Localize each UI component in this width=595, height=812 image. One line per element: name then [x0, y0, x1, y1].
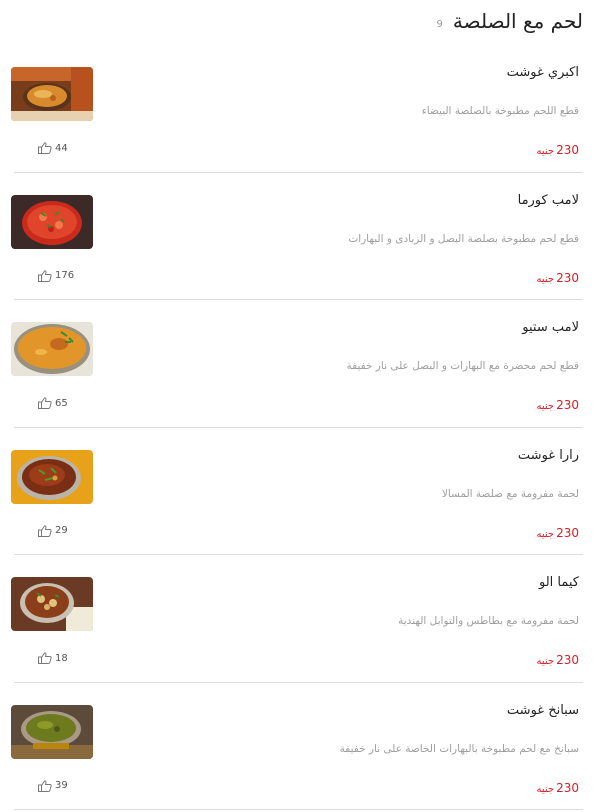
price-amount: 230 [556, 525, 579, 540]
like-button[interactable]: 44 [38, 142, 68, 154]
thumbs-up-icon[interactable] [38, 524, 52, 537]
dish-price: 230 جنيه [537, 526, 579, 540]
price-currency: جنيه [536, 528, 555, 540]
dish-image[interactable] [11, 67, 93, 121]
menu-page: لحم مع الصلصة 9 اكبري غوشت قطع اللحم مطب… [0, 0, 595, 812]
like-count: 65 [55, 397, 68, 409]
dish-price: 230 جنيه [537, 271, 579, 285]
price-currency: جنيه [536, 146, 555, 157]
price-currency: جنيه [536, 273, 555, 285]
dish-name[interactable]: لامب ستيو [522, 320, 579, 335]
dish-image[interactable] [11, 704, 93, 759]
price-currency: جنيه [536, 401, 555, 412]
like-count: 39 [55, 780, 68, 791]
dish-description: سبانخ مع لحم مطبوخة بالبهارات الخاصة على… [339, 742, 579, 755]
dish-image[interactable] [11, 194, 93, 249]
menu-item[interactable]: اكبري غوشت قطع اللحم مطبوخة بالصلصة البي… [0, 45, 595, 173]
price-amount: 230 [556, 270, 579, 285]
dish-name[interactable]: رارا غوشت [518, 448, 579, 463]
menu-list: اكبري غوشت قطع اللحم مطبوخة بالصلصة البي… [0, 45, 595, 810]
menu-item[interactable]: كيما الو لحمة مفرومة مع بطاطس والتوابل ا… [0, 555, 595, 683]
like-button[interactable]: 176 [38, 269, 75, 282]
dish-image[interactable] [11, 577, 93, 631]
category-title: لحم مع الصلصة [452, 9, 583, 33]
price-currency: جنيه [536, 656, 555, 667]
like-button[interactable]: 65 [38, 397, 68, 409]
menu-item[interactable]: رارا غوشت لحمة مفرومة مع صلصة المسالا 23… [0, 428, 595, 555]
thumbs-up-icon[interactable] [38, 269, 52, 282]
like-count: 44 [55, 142, 68, 154]
dish-price: 230 جنيه [537, 653, 579, 667]
dish-description: لحمة مفرومة مع صلصة المسالا [441, 487, 579, 500]
like-button[interactable]: 18 [38, 652, 68, 664]
like-button[interactable]: 29 [38, 524, 68, 537]
dish-description: لحمة مفرومة مع بطاطس والتوابل الهندية [398, 615, 579, 627]
dish-name[interactable]: اكبري غوشت [507, 65, 579, 80]
menu-item[interactable]: سبانخ غوشت سبانخ مع لحم مطبوخة بالبهارات… [0, 683, 595, 810]
price-amount: 230 [556, 653, 579, 667]
dish-description: قطع لحم مطبوخة بصلصة البصل و الزبادى و ا… [348, 232, 579, 245]
price-currency: جنيه [536, 783, 555, 795]
dish-description: قطع لحم محضرة مع البهارات و البصل على نا… [346, 360, 579, 372]
price-amount: 230 [556, 398, 579, 412]
menu-item[interactable]: لامب كورما قطع لحم مطبوخة بصلصة البصل و … [0, 173, 595, 300]
dish-image[interactable] [11, 322, 93, 376]
category-header: لحم مع الصلصة 9 [437, 0, 583, 42]
dish-image[interactable] [11, 449, 93, 504]
like-count: 29 [55, 525, 68, 536]
dish-name[interactable]: لامب كورما [518, 193, 579, 208]
price-amount: 230 [556, 780, 579, 795]
item-divider [14, 809, 583, 810]
thumbs-up-icon[interactable] [38, 142, 52, 154]
dish-description: قطع اللحم مطبوخة بالصلصة البيضاء [421, 105, 579, 117]
dish-price: 230 جنيه [537, 398, 579, 412]
thumbs-up-icon[interactable] [38, 397, 52, 409]
item-count: 9 [436, 18, 443, 30]
thumbs-up-icon[interactable] [38, 652, 52, 664]
like-count: 18 [55, 652, 68, 664]
dish-name[interactable]: سبانخ غوشت [507, 703, 579, 718]
thumbs-up-icon[interactable] [38, 779, 52, 792]
dish-name[interactable]: كيما الو [539, 575, 579, 590]
dish-price: 230 جنيه [537, 781, 579, 795]
price-amount: 230 [556, 143, 579, 157]
like-count: 176 [55, 270, 75, 281]
dish-price: 230 جنيه [537, 143, 579, 157]
like-button[interactable]: 39 [38, 779, 68, 792]
menu-item[interactable]: لامب ستيو قطع لحم محضرة مع البهارات و ال… [0, 300, 595, 428]
